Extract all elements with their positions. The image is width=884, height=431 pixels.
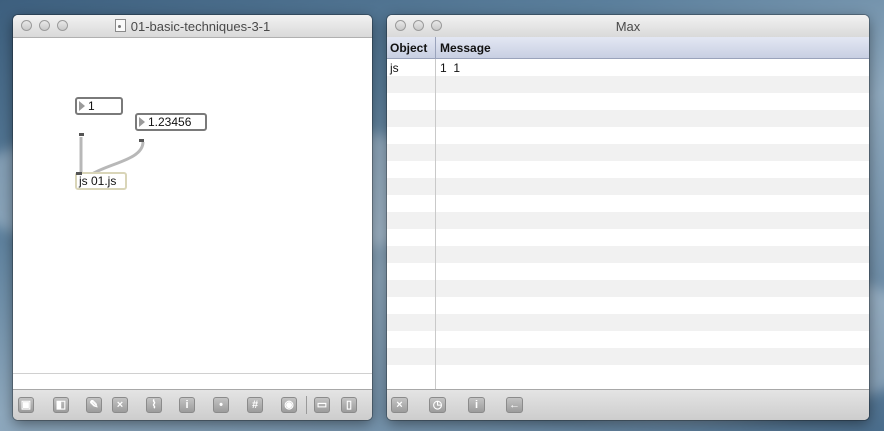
console-row[interactable] [387, 331, 869, 348]
js-object-label: js 01.js [79, 174, 117, 188]
console-toolbar: × ◷ i ← [387, 389, 869, 420]
outlet-1[interactable] [79, 133, 84, 136]
console-row[interactable] [387, 161, 869, 178]
console-row[interactable] [387, 110, 869, 127]
console-row[interactable] [387, 212, 869, 229]
console-row[interactable]: js 1 1 [387, 59, 869, 76]
patcher-title: 01-basic-techniques-3-1 [130, 19, 271, 34]
column-separator-line [435, 59, 436, 389]
patcher-toolbar: ▣ ◧ ✎ × ⌇ i • # ◉ ▭ ▯ [13, 389, 372, 420]
console-titlebar[interactable]: Max [387, 15, 869, 38]
console-row[interactable] [387, 76, 869, 93]
snapshot-icon[interactable]: ◉ [281, 397, 297, 413]
console-row[interactable] [387, 314, 869, 331]
toolbar-divider [306, 396, 307, 414]
patcher-window: 01-basic-techniques-3-1 1 1.23456 js 01.… [13, 15, 372, 420]
js-object-box[interactable]: js 01.js [75, 172, 127, 190]
clear-icon[interactable]: × [112, 397, 128, 413]
clear-icon[interactable]: × [391, 397, 408, 413]
patch-cords [79, 133, 145, 191]
outlet-2[interactable] [139, 139, 144, 142]
number-box-int-value: 1 [88, 99, 95, 113]
back-icon[interactable]: ← [506, 397, 523, 413]
timestamp-icon[interactable]: ◷ [429, 397, 446, 413]
console-row[interactable] [387, 195, 869, 212]
console-column-header: Object Message [387, 37, 869, 59]
console-row-object: js [390, 61, 399, 75]
sidebar-bottom-icon[interactable]: ▭ [314, 397, 330, 413]
inspector-icon[interactable]: • [213, 397, 229, 413]
window-title: 01-basic-techniques-3-1 [13, 19, 372, 34]
column-divider[interactable] [435, 37, 436, 58]
console-row[interactable] [387, 127, 869, 144]
console-row[interactable] [387, 348, 869, 365]
number-triangle-icon [139, 117, 145, 127]
grid-icon[interactable]: # [247, 397, 263, 413]
console-row[interactable] [387, 365, 869, 382]
console-row[interactable] [387, 93, 869, 110]
max-console-window: Max Object Message js 1 1 × ◷ i ← [387, 15, 869, 420]
info-icon[interactable]: i [179, 397, 195, 413]
console-row[interactable] [387, 229, 869, 246]
console-row[interactable] [387, 280, 869, 297]
column-header-object[interactable]: Object [390, 41, 427, 55]
console-row[interactable] [387, 178, 869, 195]
debug-icon[interactable]: ⌇ [146, 397, 162, 413]
console-row[interactable] [387, 246, 869, 263]
sidebar-right-icon[interactable]: ▯ [341, 397, 357, 413]
console-title: Max [615, 19, 641, 34]
patch-canvas[interactable]: 1 1.23456 js 01.js [13, 38, 372, 374]
console-row-message: 1 1 [440, 61, 461, 75]
info-icon[interactable]: i [468, 397, 485, 413]
patcher-titlebar[interactable]: 01-basic-techniques-3-1 [13, 15, 372, 38]
objects-icon[interactable]: ✎ [86, 397, 102, 413]
number-triangle-icon [79, 101, 85, 111]
console-row[interactable] [387, 144, 869, 161]
number-box-int[interactable]: 1 [75, 97, 123, 115]
number-box-float[interactable]: 1.23456 [135, 113, 207, 131]
console-row[interactable] [387, 263, 869, 280]
console-row[interactable] [387, 297, 869, 314]
column-header-message[interactable]: Message [440, 41, 491, 55]
number-box-float-value: 1.23456 [148, 115, 192, 129]
js-inlet[interactable] [76, 172, 82, 175]
presentation-icon[interactable]: ◧ [53, 397, 69, 413]
lock-icon[interactable]: ▣ [18, 397, 34, 413]
console-message-list[interactable]: js 1 1 [387, 59, 869, 389]
document-icon [114, 19, 126, 32]
